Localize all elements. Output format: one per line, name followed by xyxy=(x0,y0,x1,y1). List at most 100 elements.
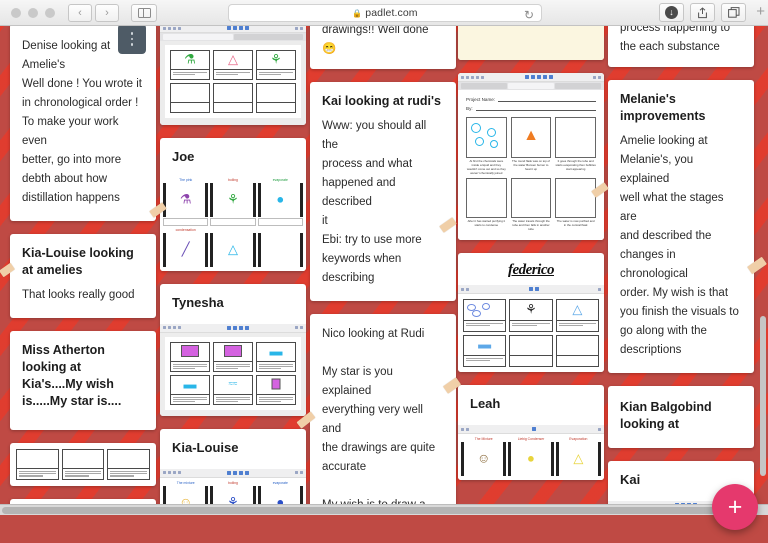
post-card-attachment[interactable]: ⚗ △ ⚘ xyxy=(160,26,306,125)
forward-button[interactable]: › xyxy=(95,3,119,22)
post-author-name: Kia-Louise xyxy=(172,439,239,455)
film-cell: ● xyxy=(257,183,303,217)
board-column-2: ⚗ △ ⚘ Joe The pink ⚗ boiling ⚘ evaporate… xyxy=(160,26,306,543)
vertical-scrollbar-thumb[interactable] xyxy=(760,316,766,476)
film-cell: ● xyxy=(508,442,554,477)
tube-icon: ▬ xyxy=(183,376,197,392)
worksheet-body: Project Name: By: ▲ At first the chemica… xyxy=(458,90,604,241)
storyboard-caption xyxy=(214,101,252,112)
storyboard-caption xyxy=(171,101,209,112)
strip-caption xyxy=(210,217,256,226)
post-card-attachment[interactable]: federico ⚘ △ ▬ xyxy=(458,253,604,373)
storyboard-caption xyxy=(257,68,295,79)
flask-icon: ⚗ xyxy=(179,191,192,207)
post-author-name: Leah xyxy=(470,396,501,412)
caption-line xyxy=(110,471,147,473)
storyboard-cell xyxy=(256,374,296,405)
post-card[interactable]: drawings!! Well done 😁 xyxy=(310,26,456,69)
storyboard-grid: ⚗ △ ⚘ xyxy=(165,45,301,118)
storyboard-cell xyxy=(170,341,210,372)
caption-line xyxy=(259,396,293,398)
back-button[interactable]: ‹ xyxy=(68,3,92,22)
beaker-icon xyxy=(271,378,281,390)
new-tab-button[interactable]: + xyxy=(756,4,765,19)
tube-icon: ▬ xyxy=(478,336,492,352)
particle-icon xyxy=(472,310,482,318)
post-card-attachment[interactable]: I started to see her reform in droplets … xyxy=(458,26,604,60)
horizontal-scrollbar-thumb[interactable] xyxy=(2,507,742,514)
post-card[interactable]: Kia-Louise looking at amelies That looks… xyxy=(10,234,156,318)
storyboard-cell xyxy=(466,177,507,219)
film-cell: ☺ xyxy=(461,442,507,477)
storyboard-cell xyxy=(555,334,599,368)
sidebar-toggle-button[interactable] xyxy=(131,3,157,22)
post-card-attachment[interactable] xyxy=(10,443,156,486)
post-body: process happening to the each substance xyxy=(620,26,730,53)
worksheet-caption: It goes through the tube and starts evap… xyxy=(555,158,596,171)
storyboard-cell: ▲ xyxy=(510,117,552,158)
attachment-screenshot: The pink ⚗ boiling ⚘ evaporate ● condens… xyxy=(160,178,306,271)
storyboard-cell: △ xyxy=(555,299,599,332)
post-more-options-button[interactable] xyxy=(118,24,146,54)
post-title: Miss Atherton looking at Kia's....My wis… xyxy=(22,343,122,408)
post-card[interactable]: process happening to the each substance xyxy=(608,26,754,67)
screenshot-toolbar xyxy=(160,26,306,33)
storyboard-cell: ▬ xyxy=(256,341,296,372)
storyboard-cell xyxy=(466,117,507,158)
attachment-screenshot: ▬ ▬ ≈≈ xyxy=(160,323,306,416)
post-card[interactable]: Kian Balgobind looking at xyxy=(608,386,754,448)
strip-caption xyxy=(163,217,209,226)
caption-line xyxy=(64,473,102,475)
storyboard-cell xyxy=(510,177,552,219)
worksheet-field-label: Project Name: xyxy=(466,97,496,102)
storyboard-caption xyxy=(464,319,506,331)
post-card[interactable]: Melanie's improvements Amelie looking at… xyxy=(608,80,754,373)
caption-line xyxy=(216,398,250,400)
caption-line xyxy=(259,365,293,367)
post-card[interactable]: Denise looking at Amelie's Well done ! Y… xyxy=(10,26,156,221)
flask-icon: △ xyxy=(572,301,583,317)
add-post-button[interactable]: + xyxy=(712,484,758,530)
post-card-attachment[interactable]: Leah The Mixture ☺ Liebig Condenser ● Ev… xyxy=(458,385,604,481)
minimize-window-button[interactable] xyxy=(28,7,38,18)
post-author-name: federico xyxy=(508,262,554,279)
storyboard-caption xyxy=(17,468,58,479)
more-vertical-icon xyxy=(130,37,134,41)
post-card-attachment[interactable]: Project Name: By: ▲ At first the chemica… xyxy=(458,73,604,241)
attachment-screenshot: Project Name: By: ▲ At first the chemica… xyxy=(458,73,604,241)
downloads-button[interactable]: ↓ xyxy=(659,3,684,22)
horizontal-scrollbar[interactable] xyxy=(0,504,768,515)
board-column-3: drawings!! Well done 😁 Kai looking at ru… xyxy=(310,26,456,543)
post-card[interactable]: Kai looking at rudi's Www: you should al… xyxy=(310,82,456,301)
reload-icon[interactable]: ↻ xyxy=(524,8,534,22)
worksheet-field: By: xyxy=(466,106,596,111)
maximize-window-button[interactable] xyxy=(45,7,55,18)
post-title: Kai looking at rudi's xyxy=(322,94,441,108)
post-body: That looks really good xyxy=(22,289,135,301)
storyboard-caption xyxy=(108,468,149,479)
share-button[interactable] xyxy=(690,3,715,22)
post-title: Melanie's improvements xyxy=(620,92,706,123)
storyboard-cell: ⚘ xyxy=(256,50,296,80)
address-bar[interactable]: 🔒 padlet.com ↻ xyxy=(228,4,542,22)
storyboard-cell xyxy=(256,83,296,113)
storyboard-cell: ⚗ xyxy=(170,50,210,80)
caption-line xyxy=(173,73,196,75)
caption-line xyxy=(216,365,250,367)
post-body: Nico looking at Rudi My star is you expl… xyxy=(322,328,443,530)
post-author-name: Joe xyxy=(172,149,195,164)
storyboard-cell xyxy=(213,83,253,113)
caption-line xyxy=(19,473,56,475)
post-body: Amelie looking at Melanie's, you explain… xyxy=(620,135,739,356)
close-window-button[interactable] xyxy=(11,7,21,18)
film-cell xyxy=(257,232,303,267)
post-card-attachment[interactable]: Tynesha ▬ ▬ ≈≈ xyxy=(160,283,306,416)
storyboard-grid xyxy=(14,447,152,482)
padlet-board: Denise looking at Amelie's Well done ! Y… xyxy=(0,26,768,543)
post-card[interactable]: Miss Atherton looking at Kia's....My wis… xyxy=(10,331,156,430)
caption-line xyxy=(216,367,239,369)
tab-overview-button[interactable] xyxy=(721,3,746,22)
post-body: Denise looking at Amelie's Well done ! Y… xyxy=(22,40,142,204)
post-card-attachment[interactable]: Joe The pink ⚗ boiling ⚘ evaporate ● con… xyxy=(160,138,306,271)
storyboard-caption xyxy=(214,68,252,79)
